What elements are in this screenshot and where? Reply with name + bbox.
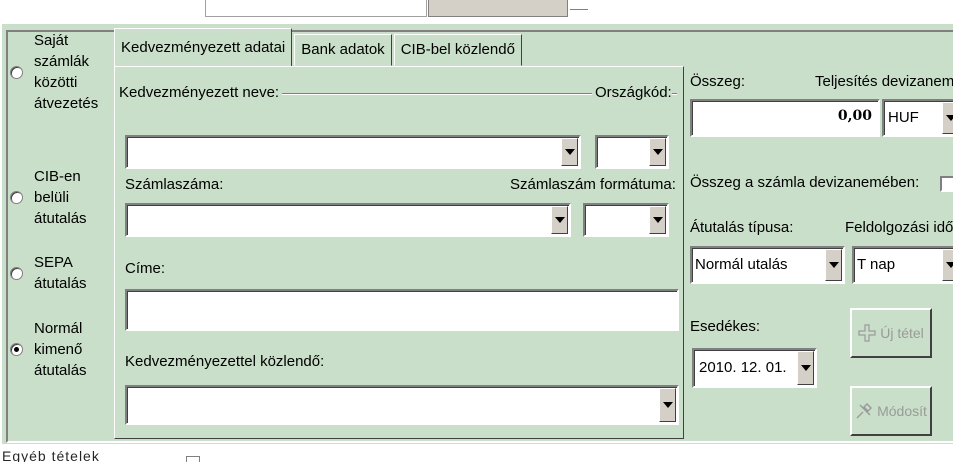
chevron-down-icon[interactable] (797, 351, 814, 385)
amount-value: 0,00 (837, 108, 872, 124)
chevron-down-icon[interactable] (551, 206, 568, 234)
account-number-field[interactable] (125, 203, 571, 237)
transfer-type-group: Saját számlák közötti átvezetés CIB-en b… (8, 30, 112, 440)
currency-select[interactable]: HUF (882, 99, 953, 137)
new-item-label: Új tétel (880, 325, 924, 341)
tab-bar: Kedvezményezett adatai Bank adatok CIB-b… (114, 28, 524, 66)
modify-label: Módosít (877, 403, 927, 419)
other-items-label: Egyéb tételek (2, 448, 100, 462)
beneficiary-name-label: Kedvezményezett neve: (119, 84, 283, 101)
due-date-value: 2010. 12. 01. (699, 359, 787, 376)
beneficiary-panel: Kedvezményezett neve: Országkód: Számlas… (114, 66, 684, 439)
tab-beneficiary[interactable]: Kedvezményezett adatai (114, 28, 293, 66)
country-code-select[interactable] (595, 135, 669, 169)
amount-field[interactable]: 0,00 (690, 99, 880, 137)
transfer-type-label: Saját számlák közötti átvezetés (34, 32, 99, 112)
transfer-type-option-normal[interactable]: Normál kimenő átutalás (10, 318, 114, 381)
transfer-type-option-own[interactable]: Saját számlák közötti átvezetés (10, 30, 114, 114)
account-currency-checkbox[interactable] (940, 176, 953, 192)
message-field[interactable] (125, 385, 679, 425)
transfer-type-select[interactable]: Normál utalás (690, 246, 845, 284)
top-button[interactable] (428, 0, 568, 17)
top-separator (570, 0, 588, 10)
transfer-type-option-sepa[interactable]: SEPA átutalás (10, 252, 114, 294)
chevron-down-icon[interactable] (649, 206, 666, 234)
transfer-type-label: CIB-en belüli átutalás (34, 168, 87, 227)
other-items-checkbox[interactable] (186, 456, 200, 462)
edit-tools-icon (856, 403, 873, 419)
chevron-down-icon[interactable] (942, 102, 953, 134)
chevron-down-icon[interactable] (942, 249, 953, 281)
amount-panel: Összeg: Teljesítés devizaneme 0,00 HUF Ö… (690, 66, 953, 439)
currency-label: Teljesítés devizaneme (815, 73, 953, 90)
transfer-type-option-cib[interactable]: CIB-en belüli átutalás (10, 166, 114, 229)
radio-button[interactable] (10, 65, 23, 79)
address-label: Címe: (125, 260, 166, 277)
transfer-type-label: SEPA átutalás (34, 254, 87, 292)
plus-icon (858, 324, 876, 342)
tab-cib-message[interactable]: CIB-bel közlendő (393, 34, 522, 66)
message-label: Kedvezményezettel közlendő: (125, 353, 325, 370)
amount-label: Összeg: (690, 73, 746, 90)
radio-button[interactable] (10, 191, 23, 204)
modify-button[interactable]: Módosít (850, 386, 932, 436)
bottom-strip: Egyéb tételek (0, 444, 953, 462)
processing-time-value: T nap (857, 256, 896, 273)
transfer-type-value: Normál utalás (695, 256, 788, 273)
chevron-down-icon[interactable] (659, 388, 676, 422)
account-format-label: Számlaszám formátuma: (510, 176, 676, 193)
due-date-select[interactable]: 2010. 12. 01. (692, 348, 817, 388)
due-date-label: Esedékes: (690, 318, 761, 335)
account-currency-label: Összeg a számla devizanemében: (690, 174, 920, 191)
country-code-label: Országkód: (592, 84, 672, 101)
chevron-down-icon[interactable] (825, 249, 842, 281)
processing-time-select[interactable]: T nap (852, 246, 953, 284)
processing-time-label: Feldolgozási idő (845, 219, 953, 236)
transfer-type-label: Normál kimenő átutalás (34, 320, 87, 379)
address-field[interactable] (125, 289, 679, 331)
currency-value: HUF (888, 109, 919, 126)
radio-button[interactable] (10, 266, 23, 280)
tab-bank[interactable]: Bank adatok (294, 34, 392, 66)
beneficiary-name-field[interactable] (125, 135, 581, 169)
account-format-select[interactable] (583, 203, 669, 237)
transfer-type-label: Átutalás típusa: (690, 219, 794, 236)
top-input[interactable] (205, 0, 427, 17)
radio-button-selected[interactable] (10, 343, 23, 356)
new-item-button[interactable]: Új tétel (850, 308, 932, 358)
chevron-down-icon[interactable] (649, 138, 666, 166)
account-number-label: Számlaszáma: (125, 176, 224, 193)
top-toolbar-strip (0, 0, 953, 22)
chevron-down-icon[interactable] (561, 138, 578, 166)
